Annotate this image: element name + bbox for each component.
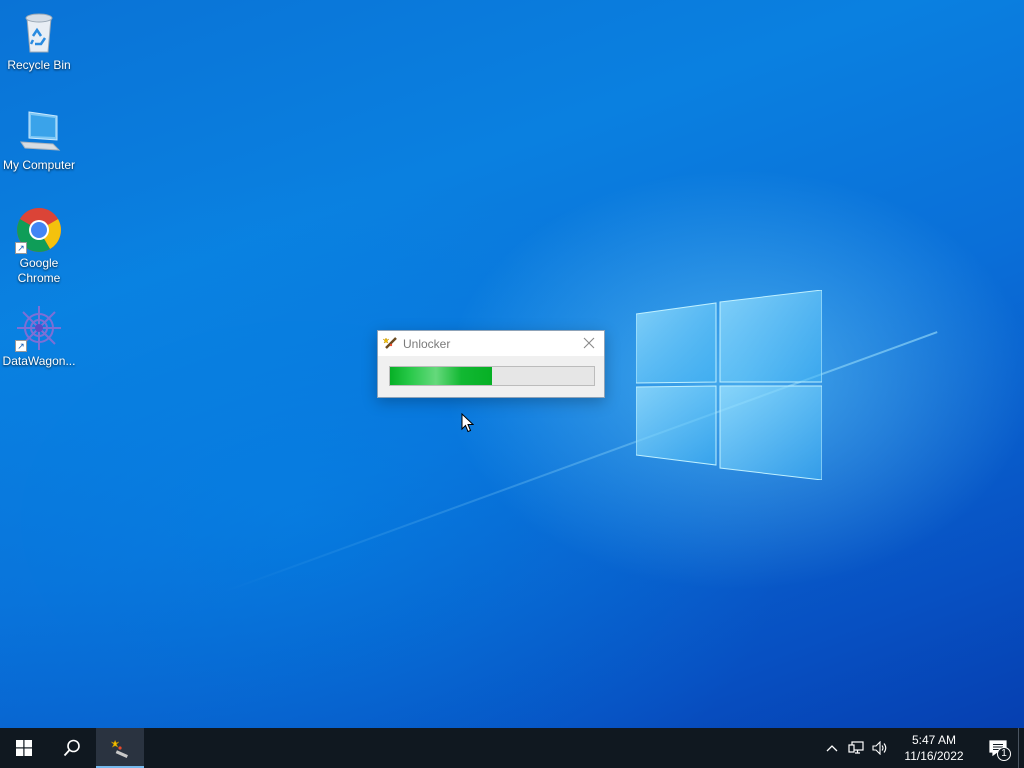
network-icon: [848, 741, 864, 754]
shortcut-arrow-icon: ↗: [15, 242, 27, 254]
notification-badge: 1: [997, 747, 1011, 761]
shortcut-arrow-icon: ↗: [15, 340, 27, 352]
desktop-icon-label: DataWagon...: [2, 354, 76, 368]
unlocker-dialog: Unlocker: [377, 330, 605, 398]
magic-wand-icon: [382, 336, 397, 349]
desktop-icon-label: Google Chrome: [17, 256, 61, 285]
desktop-icon-label: Recycle Bin: [7, 58, 71, 72]
show-desktop-button[interactable]: [1018, 728, 1024, 768]
desktop-icon-datawagon[interactable]: ↗ DataWagon...: [0, 304, 78, 369]
close-button[interactable]: [578, 333, 600, 353]
network-button[interactable]: [844, 728, 868, 768]
chrome-icon: ↗: [15, 206, 63, 254]
desktop-icon-my-computer[interactable]: My Computer: [0, 108, 78, 173]
volume-icon: [872, 741, 887, 755]
desktop-icon-google-chrome[interactable]: ↗ Google Chrome: [0, 206, 78, 286]
clock-date: 11/16/2022: [904, 749, 964, 763]
action-center-button[interactable]: 1: [978, 728, 1018, 768]
recycle-bin-icon: [15, 8, 63, 56]
clock[interactable]: 5:47 AM 11/16/2022: [896, 732, 972, 764]
desktop-icon-recycle-bin[interactable]: Recycle Bin: [0, 8, 78, 73]
windows-start-icon: [16, 740, 32, 756]
search-button[interactable]: [48, 728, 96, 768]
dialog-titlebar[interactable]: Unlocker: [378, 331, 604, 356]
taskbar: 5:47 AM 11/16/2022 1: [0, 728, 1024, 768]
desktop-icon-label: My Computer: [2, 158, 76, 172]
computer-icon: [15, 108, 63, 156]
dialog-body: [378, 356, 604, 397]
chevron-up-icon: [826, 745, 838, 752]
dialog-title: Unlocker: [403, 336, 451, 351]
search-icon: [63, 739, 80, 757]
windows-logo-wallpaper: [636, 290, 822, 480]
progress-fill: [390, 367, 492, 385]
volume-button[interactable]: [868, 728, 892, 768]
start-button[interactable]: [0, 728, 48, 768]
magic-wand-icon: [111, 739, 128, 758]
clock-time: 5:47 AM: [911, 733, 957, 747]
show-hidden-icons-button[interactable]: [820, 728, 844, 768]
mouse-cursor-icon: [461, 413, 474, 433]
progress-bar: [389, 366, 595, 386]
close-icon: [583, 337, 595, 349]
datawagon-icon: ↗: [15, 304, 63, 352]
desktop: Recycle Bin My Computer ↗ Google Chrome …: [0, 0, 1024, 728]
taskbar-app-unlocker[interactable]: [96, 728, 144, 768]
system-tray: 5:47 AM 11/16/2022 1: [820, 728, 1024, 768]
